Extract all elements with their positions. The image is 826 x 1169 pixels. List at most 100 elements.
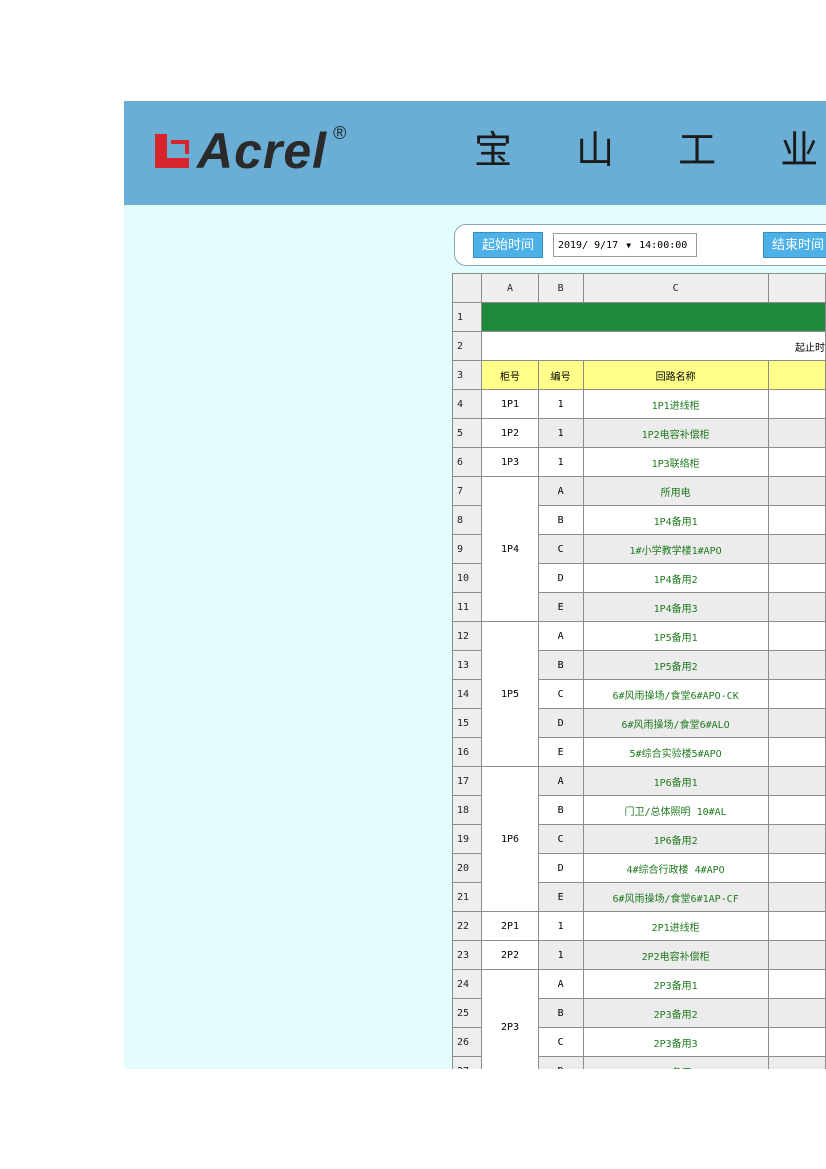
code-cell[interactable]: C	[537, 1027, 584, 1057]
cabinet-cell[interactable]: 1P4	[481, 476, 539, 622]
circuit-name-cell[interactable]: 2P2电容补偿柜	[582, 940, 769, 970]
row-number[interactable]: 12	[452, 621, 483, 651]
code-cell[interactable]: B	[537, 795, 584, 825]
code-cell[interactable]: 1	[537, 911, 584, 941]
start-datetime-picker[interactable]: 2019/ 9/17 ▼ 14:00:00 ▲▼	[553, 233, 796, 257]
code-cell[interactable]: A	[537, 621, 584, 651]
row-number[interactable]: 18	[452, 795, 483, 825]
header-cabinet[interactable]: 柜号	[481, 360, 539, 390]
row-number[interactable]: 15	[452, 708, 483, 738]
row-number[interactable]: 4	[452, 389, 483, 419]
code-cell[interactable]: D	[537, 708, 584, 738]
code-cell[interactable]: C	[537, 824, 584, 854]
circuit-name-cell[interactable]: 1P4备用1	[582, 505, 769, 535]
circuit-name-cell[interactable]: 1P1进线柜	[582, 389, 769, 419]
code-cell[interactable]: A	[537, 766, 584, 796]
code-cell[interactable]: A	[537, 969, 584, 999]
time-range-cell[interactable]: 起止时	[481, 331, 826, 361]
row-number[interactable]: 5	[452, 418, 483, 448]
code-cell[interactable]: B	[537, 650, 584, 680]
value-cell[interactable]	[767, 998, 826, 1028]
value-cell[interactable]	[767, 389, 826, 419]
row-number[interactable]: 3	[452, 360, 483, 390]
code-cell[interactable]: C	[537, 679, 584, 709]
cabinet-cell[interactable]: 1P1	[481, 389, 539, 419]
row-number[interactable]: 17	[452, 766, 483, 796]
start-time-button[interactable]: 起始时间	[473, 232, 544, 258]
value-cell[interactable]	[767, 969, 826, 999]
value-cell[interactable]	[767, 882, 826, 912]
code-cell[interactable]: D	[537, 1056, 584, 1069]
code-cell[interactable]: B	[537, 505, 584, 535]
value-cell[interactable]	[767, 911, 826, 941]
row-number[interactable]: 14	[452, 679, 483, 709]
row-number[interactable]: 16	[452, 737, 483, 767]
code-cell[interactable]: E	[537, 882, 584, 912]
select-all-corner[interactable]	[452, 273, 483, 303]
value-cell[interactable]	[767, 824, 826, 854]
value-cell[interactable]	[767, 766, 826, 796]
circuit-name-cell[interactable]: 1P2电容补偿柜	[582, 418, 769, 448]
code-cell[interactable]: B	[537, 998, 584, 1028]
value-cell[interactable]	[767, 505, 826, 535]
circuit-name-cell[interactable]: 1P5备用2	[582, 650, 769, 680]
value-cell[interactable]	[767, 650, 826, 680]
value-cell[interactable]	[767, 476, 826, 506]
column-header-d[interactable]	[767, 273, 826, 303]
row-number[interactable]: 9	[452, 534, 483, 564]
code-cell[interactable]: E	[537, 737, 584, 767]
circuit-name-cell[interactable]: 4#综合行政楼 4#APO	[582, 853, 769, 883]
row-number[interactable]: 27	[452, 1056, 483, 1069]
value-cell[interactable]	[767, 853, 826, 883]
row-number[interactable]: 10	[452, 563, 483, 593]
row-number[interactable]: 13	[452, 650, 483, 680]
value-cell[interactable]	[767, 708, 826, 738]
row-number[interactable]: 11	[452, 592, 483, 622]
column-header-c[interactable]: C	[582, 273, 769, 303]
circuit-name-cell[interactable]: 1P4备用2	[582, 563, 769, 593]
circuit-name-cell[interactable]: 5#综合实验楼5#APO	[582, 737, 769, 767]
circuit-name-cell[interactable]: 1P6备用1	[582, 766, 769, 796]
value-cell[interactable]	[767, 563, 826, 593]
value-cell[interactable]	[767, 1056, 826, 1069]
value-cell[interactable]	[767, 418, 826, 448]
row-number[interactable]: 23	[452, 940, 483, 970]
value-cell[interactable]	[767, 940, 826, 970]
circuit-name-cell[interactable]: 2P3备用1	[582, 969, 769, 999]
circuit-name-cell[interactable]: 2P3备用2	[582, 998, 769, 1028]
row-number[interactable]: 19	[452, 824, 483, 854]
code-cell[interactable]: C	[537, 534, 584, 564]
header-code[interactable]: 编号	[537, 360, 584, 390]
column-header-a[interactable]: A	[481, 273, 539, 303]
row-number[interactable]: 22	[452, 911, 483, 941]
row-number[interactable]: 20	[452, 853, 483, 883]
circuit-name-cell[interactable]: 6#风雨操场/食堂6#APO-CK	[582, 679, 769, 709]
row-number[interactable]: 1	[452, 302, 483, 332]
circuit-name-cell[interactable]: 2P3备用3	[582, 1027, 769, 1057]
circuit-name-cell[interactable]: 门卫/总体照明 10#AL	[582, 795, 769, 825]
circuit-name-cell[interactable]: 2P1进线柜	[582, 911, 769, 941]
circuit-name-cell[interactable]: 1P6备用2	[582, 824, 769, 854]
cabinet-cell[interactable]: 1P3	[481, 447, 539, 477]
code-cell[interactable]: D	[537, 853, 584, 883]
code-cell[interactable]: A	[537, 476, 584, 506]
code-cell[interactable]: 1	[537, 447, 584, 477]
code-cell[interactable]: 1	[537, 418, 584, 448]
cabinet-cell[interactable]: 2P1	[481, 911, 539, 941]
value-cell[interactable]	[767, 1027, 826, 1057]
cabinet-cell[interactable]: 1P2	[481, 418, 539, 448]
circuit-name-cell[interactable]: 2P3备用4	[582, 1056, 769, 1069]
row-number[interactable]: 25	[452, 998, 483, 1028]
circuit-name-cell[interactable]: 1P3联络柜	[582, 447, 769, 477]
code-cell[interactable]: 1	[537, 389, 584, 419]
value-cell[interactable]	[767, 795, 826, 825]
cabinet-cell[interactable]: 1P6	[481, 766, 539, 912]
cabinet-cell[interactable]: 2P3	[481, 969, 539, 1069]
value-cell[interactable]	[767, 621, 826, 651]
circuit-name-cell[interactable]: 1P4备用3	[582, 592, 769, 622]
code-cell[interactable]: 1	[537, 940, 584, 970]
value-cell[interactable]	[767, 679, 826, 709]
row-number[interactable]: 2	[452, 331, 483, 361]
circuit-name-cell[interactable]: 所用电	[582, 476, 769, 506]
code-cell[interactable]: E	[537, 592, 584, 622]
